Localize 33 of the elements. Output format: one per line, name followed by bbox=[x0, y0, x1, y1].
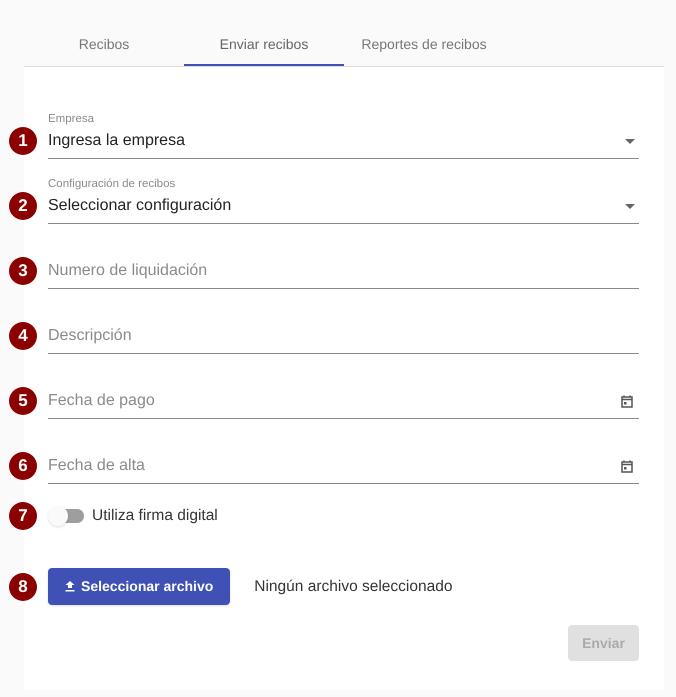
step-number-badge: 6 bbox=[9, 452, 37, 480]
file-status-text: Ningún archivo seleccionado bbox=[254, 576, 452, 597]
toggle-switch[interactable] bbox=[48, 506, 84, 526]
dropdown-arrow-icon bbox=[625, 138, 635, 144]
tab[interactable]: Recibos bbox=[24, 24, 184, 66]
calendar-icon[interactable] bbox=[621, 460, 633, 472]
select-file-button[interactable]: Seleccionar archivo bbox=[48, 568, 230, 605]
tab[interactable]: Reportes de recibos bbox=[344, 24, 504, 66]
step-number-badge: 8 bbox=[9, 572, 37, 600]
input-field[interactable]: Numero de liquidación bbox=[48, 239, 639, 289]
step-number-badge: 5 bbox=[9, 387, 37, 415]
placeholder-text: Numero de liquidación bbox=[48, 261, 208, 281]
placeholder-text: Fecha de pago bbox=[48, 391, 155, 411]
step-number-badge: 7 bbox=[9, 502, 37, 530]
input-field[interactable]: Descripción bbox=[48, 304, 639, 354]
placeholder-text: Descripción bbox=[48, 326, 132, 346]
step-number-badge: 2 bbox=[9, 192, 37, 220]
upload-icon bbox=[65, 581, 75, 592]
dropdown-field[interactable]: Configuración de recibos Seleccionar configuración bbox=[48, 174, 639, 224]
field-value: Seleccionar configuración bbox=[48, 196, 232, 216]
step-number-badge: 3 bbox=[9, 257, 37, 285]
placeholder-text: Fecha de alta bbox=[48, 456, 145, 476]
toggle-label: Utiliza firma digital bbox=[92, 506, 218, 526]
step-number-badge: 1 bbox=[9, 127, 37, 155]
field-label: Empresa bbox=[48, 114, 96, 125]
calendar-icon[interactable] bbox=[621, 394, 633, 408]
field-label: Configuración de recibos bbox=[48, 178, 176, 190]
step-number-badge: 4 bbox=[9, 322, 37, 350]
dropdown-arrow-icon bbox=[625, 204, 635, 208]
field-value: Ingresa la empresa bbox=[48, 131, 185, 151]
date-field[interactable]: Fecha de alta bbox=[48, 434, 639, 484]
dropdown-field[interactable]: Empresa Ingresa la empresa bbox=[48, 109, 639, 159]
date-field[interactable]: Fecha de pago bbox=[48, 369, 639, 419]
